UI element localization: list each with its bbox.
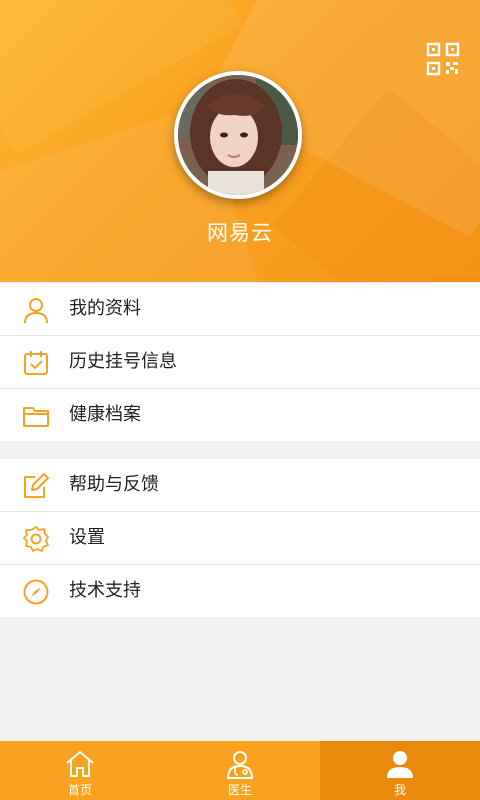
gear-icon — [23, 526, 49, 552]
avatar[interactable] — [174, 71, 302, 199]
tab-home[interactable]: 首页 — [0, 741, 160, 800]
menu-item-help-feedback[interactable]: 帮助与反馈 — [0, 459, 480, 512]
menu-item-label: 历史挂号信息 — [69, 351, 177, 372]
compass-icon — [23, 579, 49, 605]
menu-item-profile[interactable]: 我的资料 — [0, 283, 480, 336]
menu-item-label: 设置 — [69, 527, 105, 548]
folder-icon — [23, 407, 49, 427]
menu-group-1: 我的资料 历史挂号信息 健康档案 — [0, 283, 480, 441]
tab-me[interactable]: 我 — [320, 741, 480, 800]
tab-doctor[interactable]: 医生 — [160, 741, 320, 800]
user-icon — [24, 298, 48, 324]
menu-item-registration-history[interactable]: 历史挂号信息 — [0, 336, 480, 389]
menu-item-health-records[interactable]: 健康档案 — [0, 389, 480, 441]
tab-label: 我 — [393, 783, 406, 797]
menu-item-settings[interactable]: 设置 — [0, 512, 480, 565]
menu-item-label: 我的资料 — [69, 298, 141, 319]
menu-item-label: 帮助与反馈 — [69, 474, 159, 495]
home-icon — [66, 751, 94, 777]
bottom-tab-bar: 首页 医生 我 — [0, 741, 480, 800]
user-avatar-photo — [178, 75, 298, 195]
menu-item-tech-support[interactable]: 技术支持 — [0, 565, 480, 617]
menu-item-label: 健康档案 — [69, 404, 141, 425]
qr-code-icon[interactable] — [426, 42, 460, 76]
menu-group-2: 帮助与反馈 设置 技术支持 — [0, 459, 480, 617]
profile-header: 网易云 — [0, 0, 480, 282]
edit-icon — [24, 473, 49, 498]
person-icon — [387, 751, 413, 778]
tab-label: 首页 — [67, 783, 92, 797]
username: 网易云 — [207, 221, 273, 245]
calendar-check-icon — [24, 351, 48, 375]
menu-item-label: 技术支持 — [69, 580, 141, 601]
tab-label: 医生 — [227, 783, 252, 797]
doctor-icon — [227, 751, 253, 779]
